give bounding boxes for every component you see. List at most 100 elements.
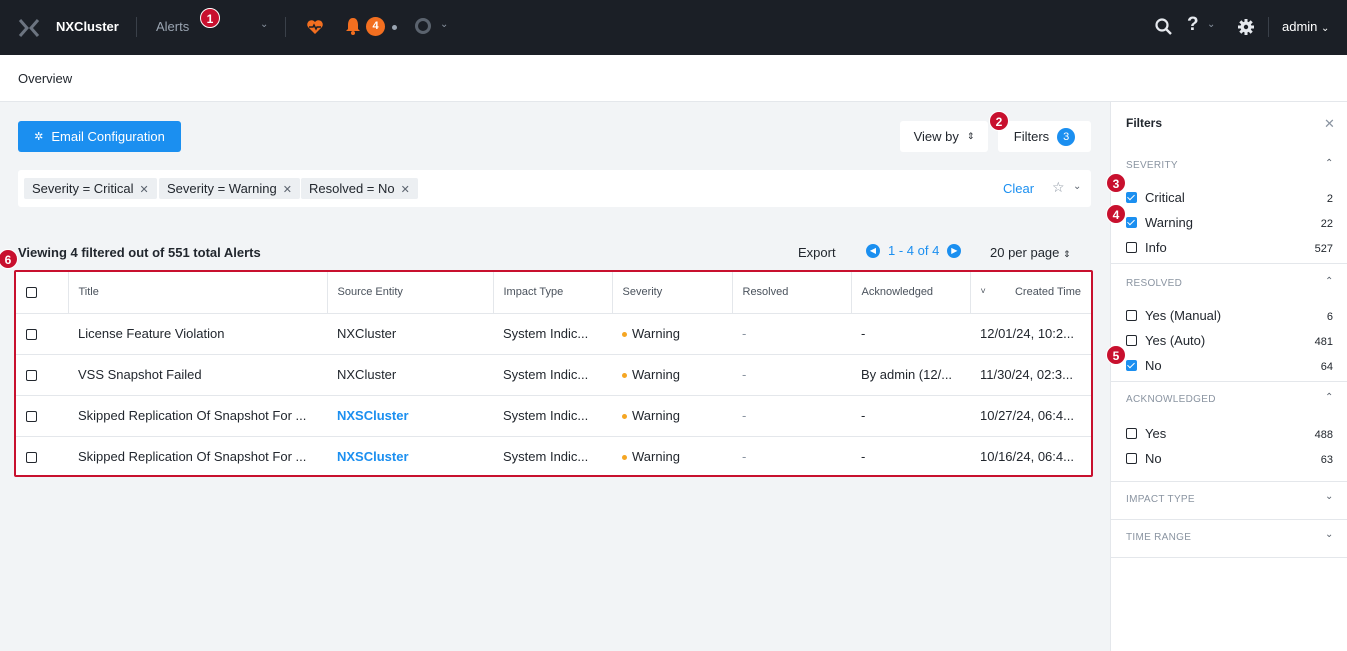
filter-checkbox[interactable] <box>1126 335 1137 346</box>
alert-title[interactable]: VSS Snapshot Failed <box>68 354 327 396</box>
star-icon[interactable]: ☆ <box>1052 179 1065 196</box>
health-heart-icon[interactable] <box>305 17 325 37</box>
row-checkbox[interactable] <box>26 370 37 382</box>
close-icon[interactable]: ✕ <box>1324 116 1335 132</box>
table-row[interactable]: License Feature Violation NXCluster System… <box>16 313 1091 355</box>
chevron-up-icon[interactable]: ⌃ <box>1325 276 1333 287</box>
nav-divider <box>136 17 137 37</box>
row-checkbox[interactable] <box>26 329 37 341</box>
acknowledged-section-label[interactable]: ACKNOWLEDGED <box>1126 394 1216 405</box>
cluster-name[interactable]: NXCluster <box>56 19 119 34</box>
user-menu[interactable]: admin ⌄ <box>1282 19 1329 34</box>
table-row[interactable]: Skipped Replication Of Snapshot For ... N… <box>16 395 1091 437</box>
chevron-up-icon[interactable]: ⌃ <box>1325 392 1333 403</box>
alert-title[interactable]: License Feature Violation <box>68 313 327 355</box>
filter-option-resolved[interactable]: No <box>1126 358 1162 373</box>
created-time: 12/01/24, 10:2... <box>970 313 1091 355</box>
bell-icon[interactable] <box>345 17 361 35</box>
chevron-down-icon[interactable]: ⌄ <box>1325 491 1333 502</box>
view-by-dropdown[interactable]: View by ⇕ <box>900 121 988 152</box>
task-status-icon[interactable] <box>415 18 431 34</box>
filter-chip[interactable]: Severity = Warning ✕ <box>159 178 300 199</box>
column-header-acknowledged[interactable]: Acknowledged <box>851 272 971 314</box>
column-header-resolved[interactable]: Resolved <box>732 272 852 314</box>
results-summary: Viewing 4 filtered out of 551 total Aler… <box>18 245 261 260</box>
filter-option-label: Info <box>1145 240 1167 255</box>
filter-option-severity[interactable]: Info <box>1126 240 1167 255</box>
settings-gear-icon[interactable] <box>1236 17 1256 37</box>
filter-option-count: 2 <box>1326 193 1333 205</box>
source-entity[interactable]: NXSCluster <box>327 436 493 477</box>
filters-count-badge: 3 <box>1057 127 1076 146</box>
filter-checkbox[interactable] <box>1126 428 1137 439</box>
resolved-section-label[interactable]: RESOLVED <box>1126 278 1182 289</box>
severity-section-label[interactable]: SEVERITY <box>1126 160 1178 171</box>
acknowledged: - <box>851 395 970 437</box>
next-page-icon[interactable]: ▶ <box>947 243 962 258</box>
chevron-down-icon[interactable]: ⌄ <box>1207 19 1215 30</box>
filter-checkbox[interactable] <box>1126 360 1137 371</box>
filter-option-severity[interactable]: Warning <box>1126 215 1193 230</box>
filter-checkbox[interactable] <box>1126 192 1137 203</box>
page-selector[interactable]: Alerts <box>156 19 189 34</box>
filter-checkbox[interactable] <box>1126 453 1137 464</box>
status-dot <box>392 25 397 30</box>
table-row[interactable]: Skipped Replication Of Snapshot For ... N… <box>16 436 1091 477</box>
remove-chip-icon[interactable]: ✕ <box>401 184 410 196</box>
per-page-selector[interactable]: 20 per page ⇕ <box>990 245 1071 260</box>
column-header-created-time-label: Created Time <box>1014 286 1081 299</box>
email-configuration-button[interactable]: ✲ Email Configuration <box>18 121 181 152</box>
column-header-source-entity[interactable]: Source Entity <box>327 272 494 314</box>
source-entity-label[interactable]: NXSCluster <box>337 449 409 464</box>
row-checkbox[interactable] <box>26 411 37 423</box>
filters-button[interactable]: Filters 3 <box>998 121 1091 152</box>
column-header-created-time[interactable]: ˅ Created Time <box>970 272 1091 314</box>
clear-filters-link[interactable]: Clear <box>1003 181 1034 196</box>
filter-checkbox[interactable] <box>1126 310 1137 321</box>
impact-type: System Indic... <box>493 313 612 355</box>
filter-checkbox[interactable] <box>1126 217 1137 228</box>
chevron-down-icon[interactable]: ⌄ <box>260 19 268 30</box>
alert-title[interactable]: Skipped Replication Of Snapshot For ... <box>68 436 327 477</box>
filter-checkbox[interactable] <box>1126 242 1137 253</box>
source-entity: NXCluster <box>327 313 493 355</box>
chevron-down-icon[interactable]: ⌄ <box>1325 529 1333 540</box>
severity-label: Warning <box>632 367 680 382</box>
breadcrumb-overview[interactable]: Overview <box>18 71 72 86</box>
filter-option-count: 488 <box>1314 429 1333 441</box>
export-button[interactable]: Export <box>798 245 836 260</box>
filter-chip[interactable]: Resolved = No ✕ <box>301 178 418 199</box>
select-all-checkbox[interactable] <box>26 286 37 298</box>
app-logo-icon[interactable] <box>18 17 40 39</box>
resolved: - <box>732 395 851 437</box>
help-icon[interactable]: ? <box>1187 14 1199 36</box>
alert-count-badge[interactable]: 4 <box>366 17 385 36</box>
acknowledged: - <box>861 449 866 465</box>
filter-chip[interactable]: Severity = Critical ✕ <box>24 178 157 199</box>
table-row[interactable]: VSS Snapshot Failed NXCluster System Indic… <box>16 354 1091 396</box>
filter-option-resolved[interactable]: Yes (Auto) <box>1126 333 1205 348</box>
impact-type: System Indic... <box>503 449 589 465</box>
filter-option-severity[interactable]: Critical <box>1126 190 1185 205</box>
chevron-up-icon[interactable]: ⌃ <box>1325 158 1333 169</box>
source-entity[interactable]: NXSCluster <box>327 395 493 437</box>
search-icon[interactable] <box>1154 17 1174 37</box>
alert-title[interactable]: Skipped Replication Of Snapshot For ... <box>68 395 327 437</box>
source-entity-label[interactable]: NXSCluster <box>337 408 409 423</box>
filter-option-acknowledged[interactable]: Yes <box>1126 426 1166 441</box>
row-checkbox[interactable] <box>26 452 37 464</box>
impact-type-section[interactable]: IMPACT TYPE ⌄ <box>1111 482 1347 520</box>
filter-option-acknowledged[interactable]: No <box>1126 451 1162 466</box>
chevron-down-icon[interactable]: ⌄ <box>440 19 448 30</box>
remove-chip-icon[interactable]: ✕ <box>140 184 149 196</box>
filter-option-resolved[interactable]: Yes (Manual) <box>1126 308 1221 323</box>
column-header-severity[interactable]: Severity <box>612 272 733 314</box>
column-header-title[interactable]: Title <box>68 272 328 314</box>
time-range-section[interactable]: TIME RANGE ⌄ <box>1111 520 1347 558</box>
severity: Warning <box>612 436 732 477</box>
filter-option-label: Yes <box>1145 426 1167 441</box>
remove-chip-icon[interactable]: ✕ <box>283 184 292 196</box>
prev-page-icon[interactable]: ◀ <box>866 243 880 258</box>
column-header-impact-type[interactable]: Impact Type <box>493 272 613 314</box>
chevron-down-icon[interactable]: ⌄ <box>1073 181 1081 192</box>
